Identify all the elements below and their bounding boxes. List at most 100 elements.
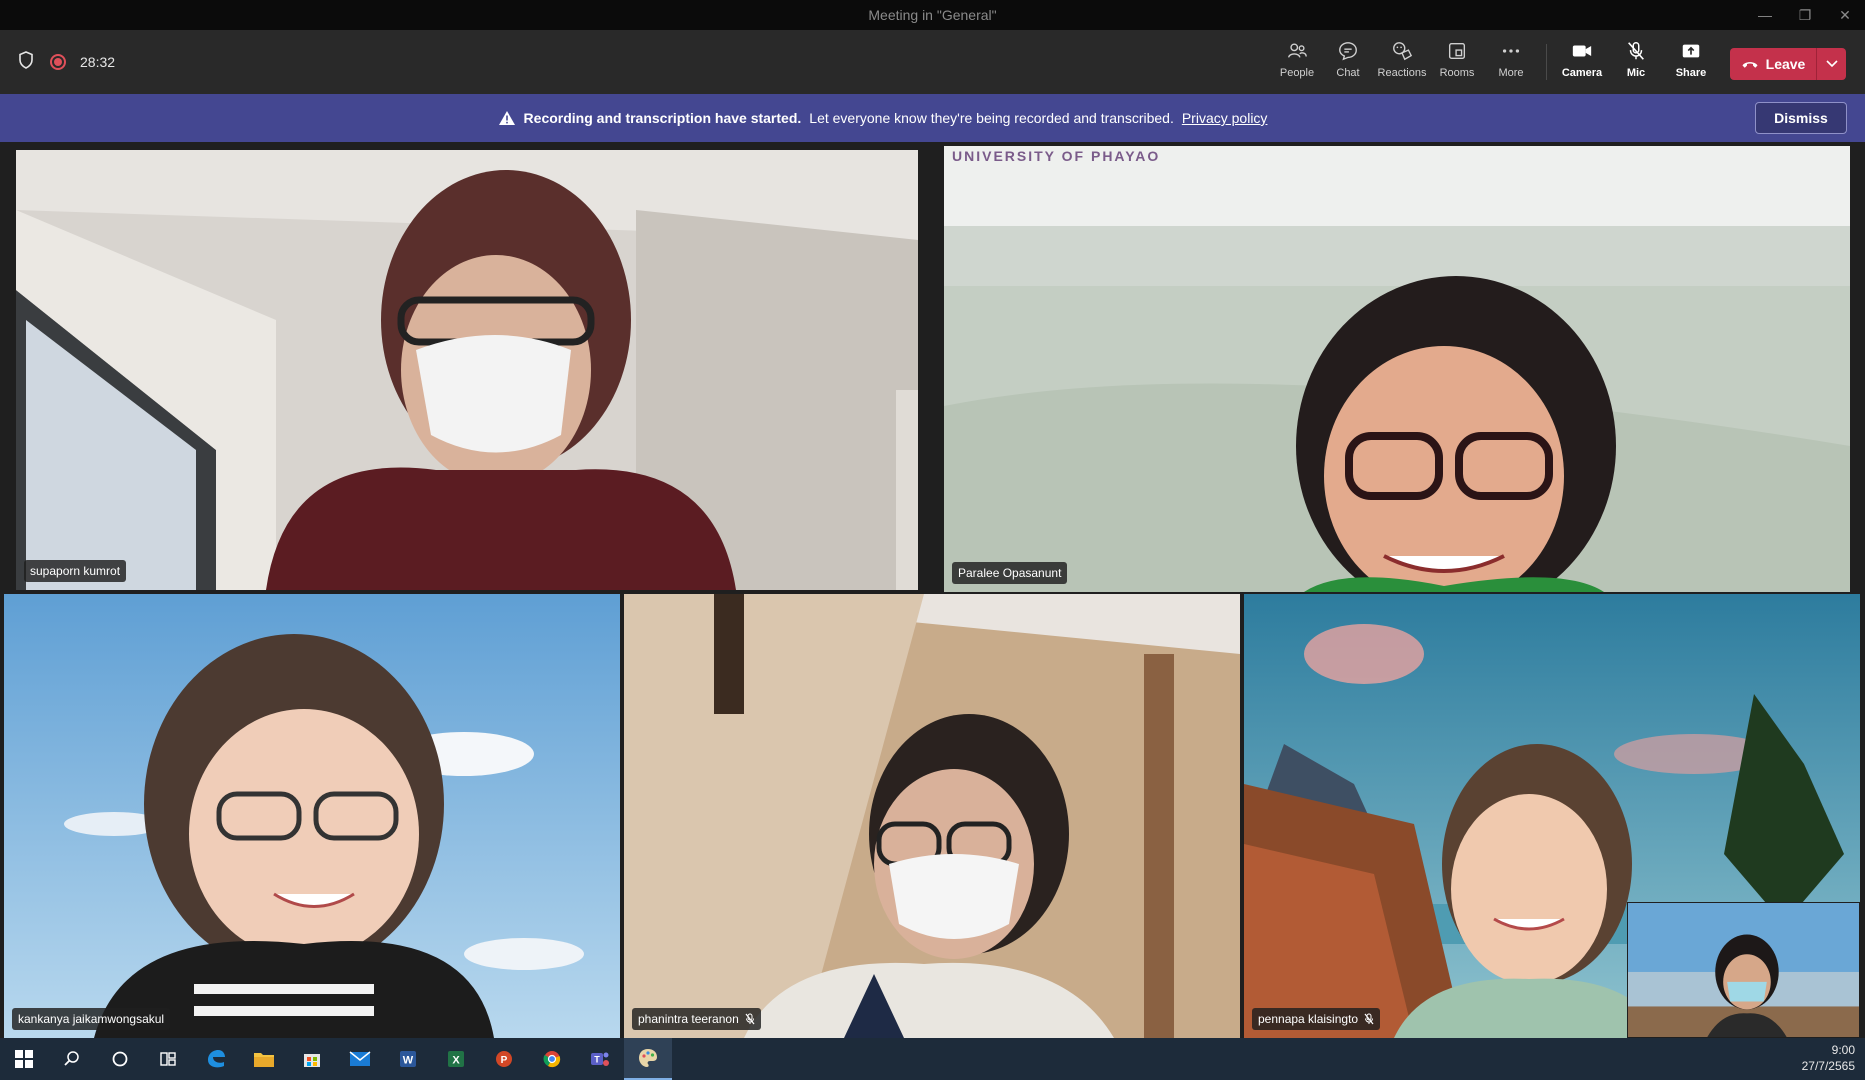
task-view-icon <box>160 1052 176 1066</box>
windows-taskbar: W X P T 9:00 27/7/2565 <box>0 1038 1865 1080</box>
paint-palette-icon <box>639 1049 657 1067</box>
video-feed-sky-background <box>4 594 620 1038</box>
participant-name-label: supaporn kumrot <box>24 560 127 582</box>
window-controls: — ❐ ✕ <box>1745 0 1865 30</box>
excel-icon: X <box>448 1051 464 1067</box>
windows-logo-icon <box>15 1050 33 1068</box>
camera-label: Camera <box>1561 67 1603 79</box>
participant-tile[interactable]: kankanya jaikamwongsakul <box>4 594 620 1038</box>
people-label: People <box>1279 67 1315 79</box>
clock-time: 9:00 <box>1831 1043 1855 1057</box>
word-icon: W <box>400 1051 416 1067</box>
people-button[interactable]: People <box>1269 38 1325 86</box>
participant-name: pennapa klaisingto <box>1258 1012 1359 1026</box>
reactions-button[interactable]: Reactions <box>1374 38 1430 86</box>
cortana-button[interactable] <box>96 1038 144 1080</box>
taskbar-store-button[interactable] <box>288 1038 336 1080</box>
chat-label: Chat <box>1336 67 1360 79</box>
taskbar-powerpoint-button[interactable]: P <box>480 1038 528 1080</box>
folder-icon <box>254 1053 274 1067</box>
taskbar-excel-button[interactable]: X <box>432 1038 480 1080</box>
share-button[interactable]: Share <box>1663 38 1719 86</box>
search-icon <box>64 1051 79 1066</box>
recording-text: Let everyone know they're being recorded… <box>809 110 1174 126</box>
mic-button[interactable]: Mic <box>1608 38 1664 86</box>
toolbar-divider <box>1546 44 1547 80</box>
video-feed-campus-background <box>944 146 1850 592</box>
leave-button-group: Leave <box>1730 48 1846 80</box>
taskbar-explorer-button[interactable] <box>240 1038 288 1080</box>
taskbar-chrome-button[interactable] <box>528 1038 576 1080</box>
share-label: Share <box>1675 67 1707 79</box>
participant-name: phanintra teeranon <box>638 1012 739 1026</box>
video-feed-room <box>16 150 918 590</box>
more-button[interactable]: More <box>1483 38 1539 86</box>
privacy-policy-link[interactable]: Privacy policy <box>1182 110 1268 126</box>
leave-button[interactable]: Leave <box>1730 48 1816 80</box>
window-title: Meeting in "General" <box>868 7 997 23</box>
store-icon <box>304 1054 320 1067</box>
participant-tile[interactable]: phanintra teeranon <box>624 594 1240 1038</box>
warning-icon <box>498 111 515 125</box>
start-button[interactable] <box>0 1038 48 1080</box>
camera-button[interactable]: Camera <box>1554 38 1610 86</box>
participant-name: supaporn kumrot <box>30 564 121 578</box>
rooms-icon <box>1448 42 1466 60</box>
taskbar-word-button[interactable]: W <box>384 1038 432 1080</box>
meeting-status: 28:32 <box>16 30 115 94</box>
more-label: More <box>1498 67 1524 79</box>
meeting-timer: 28:32 <box>80 54 116 70</box>
dismiss-button[interactable]: Dismiss <box>1755 102 1847 134</box>
mic-muted-icon <box>1364 1013 1374 1025</box>
taskbar-teams-button[interactable]: T <box>576 1038 624 1080</box>
recording-message: Recording and transcription have started… <box>498 110 1268 126</box>
taskbar-edge-button[interactable] <box>192 1038 240 1080</box>
minimize-button[interactable]: — <box>1745 0 1785 30</box>
rooms-button[interactable]: Rooms <box>1429 38 1485 86</box>
mail-icon <box>349 1051 371 1066</box>
self-view-tile[interactable] <box>1627 902 1860 1038</box>
participant-name-label: Paralee Opasanunt <box>952 562 1068 584</box>
powerpoint-icon: P <box>496 1051 512 1067</box>
mic-muted-icon <box>745 1013 755 1025</box>
phone-hangup-icon <box>1742 62 1758 68</box>
participant-name: Paralee Opasanunt <box>958 566 1062 580</box>
reactions-label: Reactions <box>1377 67 1427 79</box>
clock-date: 27/7/2565 <box>1801 1059 1855 1073</box>
meeting-toolbar: 28:32 People Chat Reactions Rooms More C… <box>0 30 1865 94</box>
taskbar-paint-button[interactable] <box>624 1038 672 1080</box>
chrome-icon <box>543 1051 561 1068</box>
taskbar-clock[interactable]: 9:00 27/7/2565 <box>1802 1042 1855 1074</box>
participant-name-label: phanintra teeranon <box>632 1008 761 1030</box>
camera-icon <box>1572 45 1592 57</box>
svg-text:T: T <box>594 1055 600 1065</box>
participant-tile[interactable]: UNIVERSITY OF PHAYAO Paralee Opasanunt <box>944 146 1850 592</box>
recording-indicator-icon <box>50 54 66 70</box>
taskbar-mail-button[interactable] <box>336 1038 384 1080</box>
share-icon <box>1682 44 1700 58</box>
svg-text:W: W <box>403 1055 414 1067</box>
svg-text:P: P <box>501 1055 508 1066</box>
rooms-label: Rooms <box>1439 67 1475 79</box>
university-logo-text: UNIVERSITY OF PHAYAO <box>952 148 1161 164</box>
video-feed-office <box>624 594 1240 1038</box>
chat-button[interactable]: Chat <box>1320 38 1376 86</box>
svg-text:X: X <box>452 1055 460 1067</box>
cortana-circle-icon <box>112 1051 128 1067</box>
shield-icon[interactable] <box>16 50 36 75</box>
taskbar-search-button[interactable] <box>48 1038 96 1080</box>
close-button[interactable]: ✕ <box>1825 0 1865 30</box>
people-icon <box>1288 43 1307 58</box>
participant-name-label: kankanya jaikamwongsakul <box>12 1008 171 1030</box>
leave-label: Leave <box>1765 56 1806 72</box>
self-video-feed <box>1628 903 1859 1037</box>
restore-button[interactable]: ❐ <box>1785 0 1825 30</box>
video-stage: supaporn kumrot UNIVERSITY OF PHAYAO Par… <box>0 142 1865 1038</box>
leave-options-button[interactable] <box>1816 48 1846 80</box>
mic-off-icon <box>1628 42 1644 60</box>
participant-tile[interactable]: supaporn kumrot <box>16 150 918 590</box>
teams-icon: T <box>591 1052 609 1066</box>
task-view-button[interactable] <box>144 1038 192 1080</box>
participant-name: kankanya jaikamwongsakul <box>18 1012 165 1026</box>
edge-icon <box>208 1050 225 1068</box>
